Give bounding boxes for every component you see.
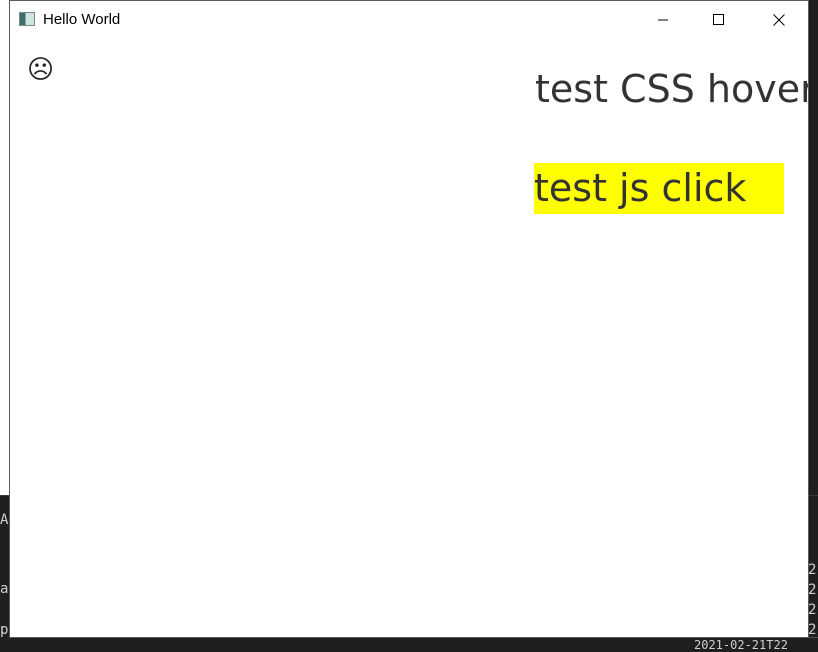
close-icon (773, 13, 785, 26)
background-text: 2 (808, 562, 817, 578)
page-content: ☹ test CSS hover test js click (10, 38, 808, 637)
app-icon (19, 12, 35, 26)
maximize-icon (713, 13, 724, 25)
js-click-test[interactable]: test js click (534, 163, 784, 214)
background-text: p (0, 622, 9, 638)
background-text: 2 (808, 602, 817, 618)
app-window: Hello World ☹ test CSS hover test js cli… (9, 0, 809, 638)
background-text: 2 (808, 622, 817, 638)
background-text: A (0, 512, 9, 528)
minimize-icon (658, 19, 668, 20)
maximize-button[interactable] (696, 1, 742, 38)
frown-face-icon: ☹ (27, 55, 55, 85)
background-timestamp: 2021-02-21T22 (694, 638, 788, 652)
background-text: 2 (808, 582, 817, 598)
window-title: Hello World (43, 11, 121, 28)
minimize-button[interactable] (640, 1, 686, 38)
close-button[interactable] (756, 1, 802, 38)
title-bar[interactable]: Hello World (10, 1, 808, 38)
css-hover-test[interactable]: test CSS hover (535, 70, 808, 108)
background-text: a (0, 581, 9, 597)
